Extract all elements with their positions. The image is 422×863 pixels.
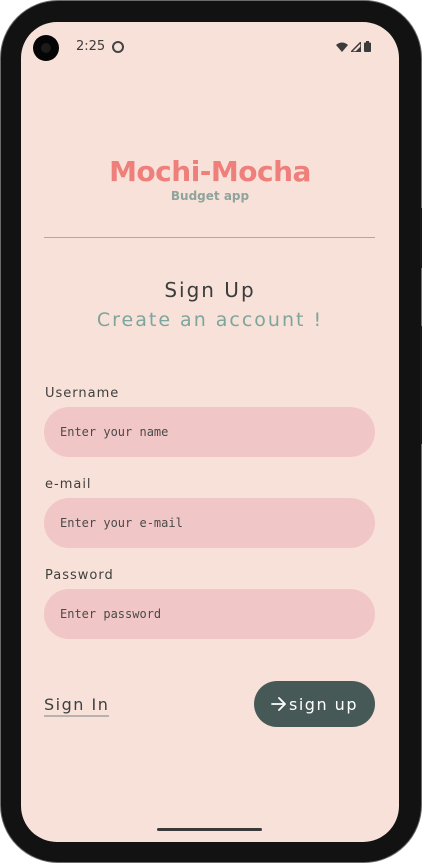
sign-in-link[interactable]: Sign In — [44, 695, 110, 717]
home-indicator[interactable] — [157, 828, 262, 831]
app-screen: 2:25 Mochi-Mocha Budget app Sign Up Crea… — [21, 22, 399, 842]
username-input[interactable] — [58, 424, 375, 440]
device-frame: 2:25 Mochi-Mocha Budget app Sign Up Crea… — [0, 0, 422, 863]
sign-up-button[interactable]: sign up — [254, 681, 375, 727]
arrow-right-icon — [271, 697, 286, 711]
password-label: Password — [45, 568, 114, 583]
page-title: Sign Up — [164, 278, 256, 302]
email-field-container[interactable] — [44, 498, 375, 548]
front-camera — [33, 35, 59, 61]
notification-icon — [112, 41, 124, 53]
status-icons — [336, 41, 371, 52]
app-tagline: Budget app — [170, 189, 250, 203]
password-input[interactable] — [58, 606, 375, 622]
username-field-container[interactable] — [44, 407, 375, 457]
battery-icon — [364, 41, 371, 52]
brand-header: Mochi-Mocha Budget app — [21, 155, 399, 203]
username-label: Username — [45, 386, 120, 401]
email-label: e-mail — [45, 477, 92, 492]
page-subtitle: Create an account ! — [96, 309, 324, 331]
header-divider — [44, 237, 375, 238]
status-time: 2:25 — [76, 39, 106, 54]
password-field-container[interactable] — [44, 589, 375, 639]
email-input[interactable] — [58, 515, 375, 531]
signal-icon — [351, 41, 361, 52]
sign-up-label: sign up — [289, 694, 358, 714]
app-logo-text: Mochi-Mocha — [109, 155, 311, 188]
wifi-icon — [336, 42, 348, 52]
